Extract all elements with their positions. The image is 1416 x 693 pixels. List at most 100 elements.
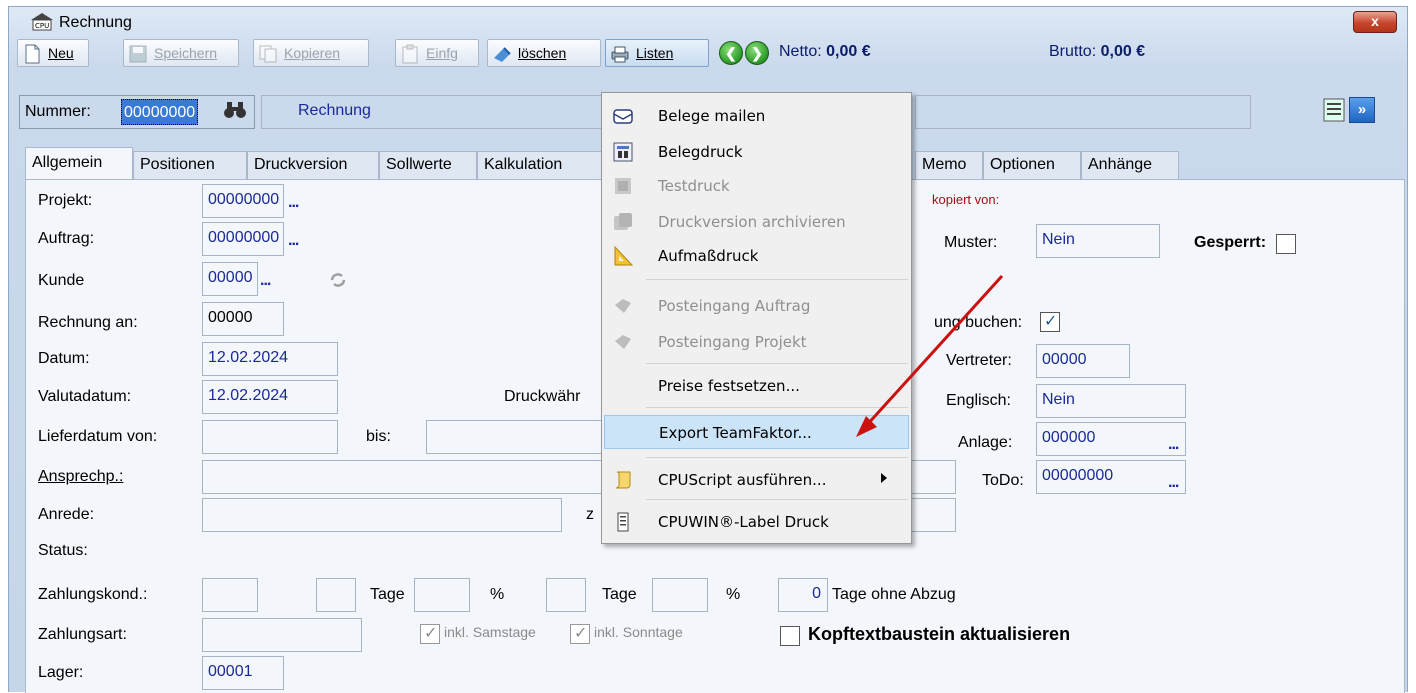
projekt-lookup-button[interactable]: ... — [288, 194, 299, 212]
datum-field[interactable]: 12.02.2024 — [202, 342, 338, 376]
printer-icon — [611, 46, 629, 63]
rechnung-an-field[interactable]: 00000 — [202, 302, 284, 336]
tab-allgemein[interactable]: Allgemein — [25, 147, 133, 179]
menu-item-label: Testdruck — [658, 177, 730, 195]
delete-button-label: löschen — [518, 45, 567, 61]
buchen-checkbox[interactable] — [1040, 311, 1060, 332]
menu-item-belege-mailen[interactable]: Belege mailen — [604, 99, 909, 133]
kunde-field[interactable]: 00000 — [202, 262, 258, 296]
lieferdatum-von-field[interactable] — [202, 420, 338, 454]
copy-button[interactable]: Kopieren — [253, 39, 369, 67]
brutto-value: 0,00 € — [1100, 43, 1146, 60]
new-button[interactable]: Neu — [17, 39, 89, 67]
inbox-icon — [615, 335, 631, 349]
new-document-icon — [25, 44, 40, 64]
svg-text:CPU: CPU — [35, 22, 49, 30]
menu-item-aufmassdruck[interactable]: Aufmaßdruck — [604, 239, 909, 273]
muster-field[interactable]: Nein — [1036, 224, 1160, 258]
menu-item-label: Belegdruck — [658, 143, 743, 161]
anlage-field[interactable]: 000000 — [1036, 422, 1186, 456]
valutadatum-field[interactable]: 12.02.2024 — [202, 380, 338, 414]
ansprechpartner-field[interactable] — [202, 460, 616, 494]
anrede-field[interactable] — [202, 498, 562, 532]
gesperrt-checkbox[interactable] — [1276, 234, 1296, 254]
copy-icon — [259, 45, 277, 63]
document-type-value: Rechnung — [298, 102, 371, 119]
menu-item-cpuscript-ausfuehren[interactable]: CPUScript ausführen... — [604, 463, 909, 497]
number-input[interactable]: 00000000 — [121, 99, 199, 125]
vertreter-value: 00000 — [1042, 351, 1087, 368]
expand-panel-button[interactable]: » — [1349, 97, 1375, 123]
kopiert-von-label: kopiert von: — [932, 192, 1000, 207]
menu-item-export-teamfaktor[interactable]: Export TeamFaktor... — [604, 415, 909, 449]
previous-record-button[interactable]: ❮ — [719, 41, 743, 65]
tab-optionen[interactable]: Optionen — [983, 151, 1081, 179]
zahlungskond-field[interactable] — [202, 578, 258, 612]
skonto2-days-field[interactable] — [546, 578, 586, 612]
binoculars-search-icon[interactable] — [223, 99, 247, 126]
refresh-icon[interactable] — [328, 270, 348, 290]
arrow-right-icon: ❯ — [751, 45, 763, 61]
menu-item-posteingang-auftrag[interactable]: Posteingang Auftrag — [604, 289, 909, 323]
englisch-field[interactable]: Nein — [1036, 384, 1186, 418]
floppy-disk-icon — [129, 45, 147, 63]
zahlungsart-field[interactable] — [202, 618, 362, 652]
sonntage-checkbox[interactable] — [570, 623, 590, 644]
druckwaehrung-label: Druckwähr — [504, 388, 581, 405]
delete-button[interactable]: löschen — [487, 39, 601, 67]
lager-field[interactable]: 00001 — [202, 656, 284, 690]
auftrag-field[interactable]: 00000000 — [202, 222, 284, 256]
tab-positionen[interactable]: Positionen — [133, 151, 247, 179]
menu-item-label-druck[interactable]: CPUWIN®-Label Druck — [604, 505, 909, 539]
tab-memo[interactable]: Memo — [915, 151, 983, 179]
menu-item-druckversion-archivieren[interactable]: Druckversion archivieren — [604, 205, 909, 239]
tab-kalkulation[interactable]: Kalkulation — [477, 151, 611, 179]
menu-item-belegdruck[interactable]: Belegdruck — [604, 135, 909, 169]
samstage-checkbox[interactable] — [420, 623, 440, 644]
datum-label: Datum: — [38, 350, 90, 367]
auftrag-label: Auftrag: — [38, 230, 95, 247]
lists-button-label: Listen — [636, 45, 674, 61]
projekt-label: Projekt: — [38, 192, 93, 209]
menu-item-preise-festsetzen[interactable]: Preise festsetzen... — [604, 369, 909, 403]
tage-ohne-abzug-field[interactable]: 0 — [778, 578, 828, 612]
label-print-icon — [617, 512, 629, 532]
netto-display: Netto: 0,00 € — [779, 43, 871, 61]
ansprechpartner-link[interactable]: Ansprechp.: — [38, 468, 123, 486]
todo-lookup-button[interactable]: ... — [1168, 474, 1179, 492]
menu-item-label: Belege mailen — [658, 107, 766, 125]
todo-label: ToDo: — [982, 472, 1024, 489]
anlage-lookup-button[interactable]: ... — [1168, 436, 1179, 454]
projekt-field[interactable]: 00000000 — [202, 184, 284, 218]
insert-button[interactable]: Einfg — [395, 39, 479, 67]
clipboard-icon — [402, 44, 418, 64]
submenu-arrow-icon — [881, 473, 887, 483]
auftrag-lookup-button[interactable]: ... — [288, 232, 299, 250]
zahlungsart-label: Zahlungsart: — [38, 626, 127, 643]
kunde-lookup-button[interactable]: ... — [260, 272, 271, 290]
tab-druckversion[interactable]: Druckversion — [247, 151, 379, 179]
next-record-button[interactable]: ❯ — [745, 41, 769, 65]
menu-item-label: Druckversion archivieren — [658, 213, 846, 231]
todo-field[interactable]: 00000000 — [1036, 460, 1186, 494]
lager-label: Lager: — [38, 664, 84, 681]
vertreter-field[interactable]: 00000 — [1036, 344, 1130, 378]
tab-sollwerte[interactable]: Sollwerte — [379, 151, 477, 179]
save-button[interactable]: Speichern — [123, 39, 239, 67]
bis-label: bis: — [366, 428, 391, 445]
menu-item-testdruck[interactable]: Testdruck — [604, 169, 909, 203]
lists-button[interactable]: Listen — [605, 39, 709, 67]
kopftext-checkbox[interactable] — [780, 626, 800, 646]
skonto1-days-field[interactable] — [316, 578, 356, 612]
menu-item-posteingang-projekt[interactable]: Posteingang Projekt — [604, 325, 909, 359]
tab-anhaenge[interactable]: Anhänge — [1081, 151, 1179, 179]
lieferdatum-bis-field[interactable] — [426, 420, 616, 454]
skonto1-pct-field[interactable] — [414, 578, 470, 612]
skonto2-pct-field[interactable] — [652, 578, 708, 612]
pct2-label: % — [726, 586, 741, 603]
archive-icon — [614, 213, 632, 230]
close-button[interactable]: x — [1353, 11, 1397, 33]
list-view-icon[interactable] — [1321, 97, 1347, 123]
menu-separator — [646, 457, 908, 458]
status-label: Status: — [38, 542, 88, 559]
